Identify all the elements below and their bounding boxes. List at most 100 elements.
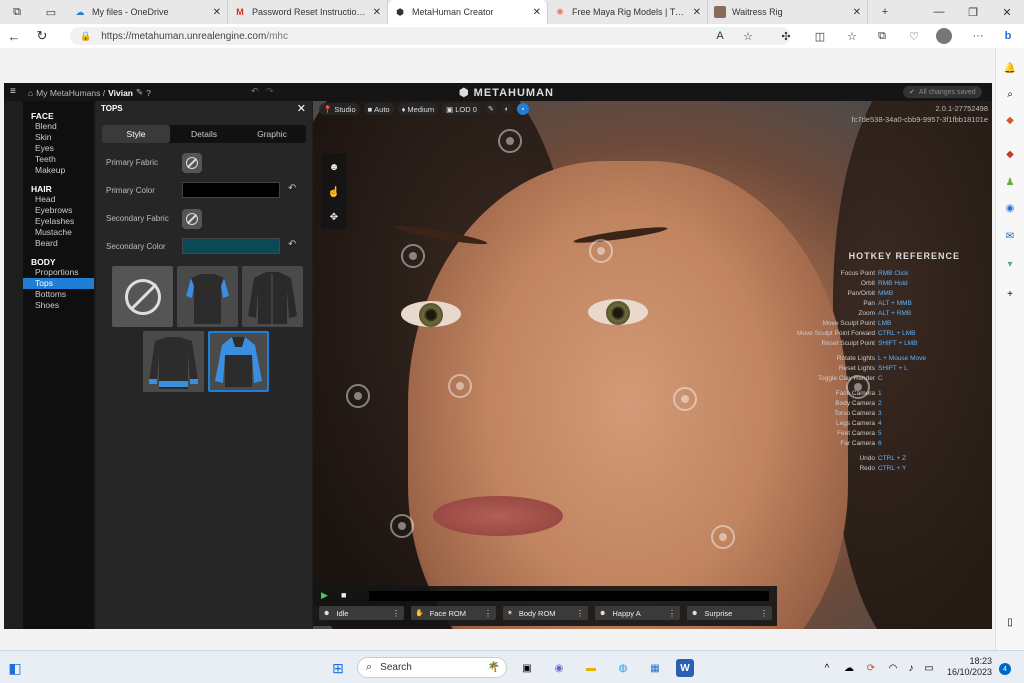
more-options-icon[interactable]: ⋮ [484, 609, 492, 618]
notifications-bell-icon[interactable]: 🔔 [1002, 60, 1018, 76]
help-icon[interactable]: ? [146, 88, 151, 98]
video-icon[interactable]: ▪ [516, 103, 529, 115]
nav-item-tops[interactable]: Tops [23, 278, 94, 289]
secondary-color-swatch[interactable] [182, 238, 280, 254]
nav-item-skin[interactable]: Skin [23, 132, 94, 143]
lod-chip[interactable]: ▣ LOD 0 [442, 103, 481, 115]
security-tray-icon[interactable]: ⟳ [862, 659, 880, 677]
nav-section-face[interactable]: FACE [23, 111, 94, 121]
edge-icon[interactable]: ◍ [614, 659, 632, 677]
tab-actions-icon[interactable]: ▭ [34, 0, 68, 24]
animation-preset-face-rom[interactable]: ✋ Face ROM ⋮ [411, 606, 496, 620]
volume-icon[interactable]: ♪ [902, 659, 920, 677]
animation-preset-body-rom[interactable]: ✶ Body ROM ⋮ [503, 606, 588, 620]
move-arrows-icon[interactable]: ✥ [321, 206, 347, 228]
tools-icon[interactable]: ◆ [1002, 146, 1018, 162]
timeline-scrubber[interactable] [369, 591, 769, 601]
sculpt-point[interactable] [346, 384, 370, 408]
close-icon[interactable]: ✕ [297, 102, 306, 115]
more-options-icon[interactable]: ⋮ [576, 609, 584, 618]
file-explorer-icon[interactable]: ▬ [582, 659, 600, 677]
nav-item-head[interactable]: Head [23, 194, 94, 205]
nav-item-blend[interactable]: Blend [23, 121, 94, 132]
notification-badge[interactable]: 4 [999, 663, 1011, 675]
sculpt-point[interactable] [401, 244, 425, 268]
bing-icon[interactable]: b [998, 27, 1018, 45]
favorite-star-icon[interactable]: ☆ [738, 27, 758, 45]
close-window-icon[interactable]: ✕ [990, 0, 1024, 24]
sidebar-toggle-icon[interactable]: ▯ [1002, 614, 1018, 630]
tab-style[interactable]: Style [102, 125, 170, 143]
top-option-tshirt-blue[interactable] [177, 266, 238, 327]
battery-icon[interactable]: ▭ [920, 659, 938, 677]
widgets-icon[interactable]: ◧ [6, 659, 24, 677]
primary-fabric-none-button[interactable] [182, 153, 202, 173]
split-screen-icon[interactable]: ◫ [810, 27, 830, 45]
quality-medium-chip[interactable]: ♦ Medium [397, 103, 439, 115]
profile-avatar[interactable] [936, 28, 952, 44]
top-option-sweater[interactable] [143, 331, 204, 392]
nav-section-hair[interactable]: HAIR [23, 184, 94, 194]
show-hidden-icon[interactable]: ^ [818, 659, 836, 677]
animation-preset-idle[interactable]: ☻ Idle ⋮ [319, 606, 404, 620]
microsoft365-icon[interactable]: ◉ [1002, 200, 1018, 216]
games-icon[interactable]: ♟ [1002, 174, 1018, 190]
drop-icon[interactable]: ▾ [1002, 256, 1018, 272]
edit-icon[interactable]: ✎ [136, 87, 143, 98]
collections-icon[interactable]: ⧉ [872, 27, 892, 45]
3d-viewport[interactable]: 📍 Studio ■ Auto ♦ Medium ▣ LOD 0 ✎ ◐ ▪ 2.0.1… [313, 101, 992, 629]
nav-item-beard[interactable]: Beard [23, 238, 94, 249]
camera-auto-chip[interactable]: ■ Auto [363, 103, 394, 115]
sculpt-point[interactable] [711, 525, 735, 549]
add-sidebar-icon[interactable]: + [1002, 286, 1018, 302]
more-options-icon[interactable]: ⋮ [668, 609, 676, 618]
outlook-icon[interactable]: ✉ [1002, 228, 1018, 244]
task-view-icon[interactable]: ▣ [518, 659, 536, 677]
animation-preset-happy-a[interactable]: ☻ Happy A ⋮ [595, 606, 680, 620]
tab-gmail[interactable]: M Password Reset Instructions Fo ✕ [228, 0, 388, 24]
sculpt-point[interactable] [589, 239, 613, 263]
wifi-icon[interactable]: ◠ [884, 659, 902, 677]
tab-onedrive[interactable]: ☁ My files - OneDrive ✕ [68, 0, 228, 24]
nav-item-makeup[interactable]: Makeup [23, 165, 94, 176]
top-option-jacket-dark[interactable] [242, 266, 303, 327]
nav-item-proportions[interactable]: Proportions [23, 267, 94, 278]
workspaces-icon[interactable]: ⧉ [0, 0, 34, 24]
face-sculpt-icon[interactable]: ☻ [321, 156, 347, 178]
secondary-fabric-none-button[interactable] [182, 209, 202, 229]
home-icon[interactable]: ⌂ [28, 88, 33, 98]
store-icon[interactable]: ▦ [646, 659, 664, 677]
browser-essentials-icon[interactable]: ♡ [904, 27, 924, 45]
sculpt-point[interactable] [673, 387, 697, 411]
reset-icon[interactable]: ↶ [288, 183, 296, 194]
animation-preset-surprise[interactable]: ☻ Surprise ⋮ [687, 606, 772, 620]
restore-icon[interactable]: ❐ [956, 0, 990, 24]
nav-item-teeth[interactable]: Teeth [23, 154, 94, 165]
teams-chat-icon[interactable]: ◉ [550, 659, 568, 677]
play-icon[interactable]: ▶ [321, 590, 328, 601]
clock[interactable]: 18:23 16/10/2023 [940, 656, 992, 678]
close-icon[interactable]: ✕ [373, 7, 381, 18]
tab-turbosquid[interactable]: ✺ Free Maya Rig Models | Turbos ✕ [548, 0, 708, 24]
lighting-studio-chip[interactable]: 📍 Studio [319, 103, 360, 115]
undo-icon[interactable]: ↶ [251, 86, 259, 97]
search-icon[interactable]: ⌕ [1002, 86, 1018, 102]
nav-item-eyes[interactable]: Eyes [23, 143, 94, 154]
tab-details[interactable]: Details [170, 125, 238, 143]
back-icon[interactable]: ← [0, 24, 28, 48]
move-hand-icon[interactable]: ☝ [321, 181, 347, 203]
reset-icon[interactable]: ↶ [288, 239, 296, 250]
nav-item-eyebrows[interactable]: Eyebrows [23, 205, 94, 216]
nav-item-eyelashes[interactable]: Eyelashes [23, 216, 94, 227]
nav-item-bottoms[interactable]: Bottoms [23, 289, 94, 300]
close-icon[interactable]: ✕ [693, 7, 701, 18]
nav-item-mustache[interactable]: Mustache [23, 227, 94, 238]
redo-icon[interactable]: ↷ [266, 86, 274, 97]
sculpt-point[interactable] [390, 514, 414, 538]
top-option-hoodie-selected[interactable] [208, 331, 269, 392]
shopping-icon[interactable]: ◆ [1002, 112, 1018, 128]
onedrive-tray-icon[interactable]: ☁ [840, 659, 858, 677]
breadcrumb-root[interactable]: My MetaHumans / [36, 88, 105, 98]
extensions-icon[interactable]: ✣ [776, 27, 796, 45]
menu-icon[interactable]: ≡ [10, 86, 16, 97]
